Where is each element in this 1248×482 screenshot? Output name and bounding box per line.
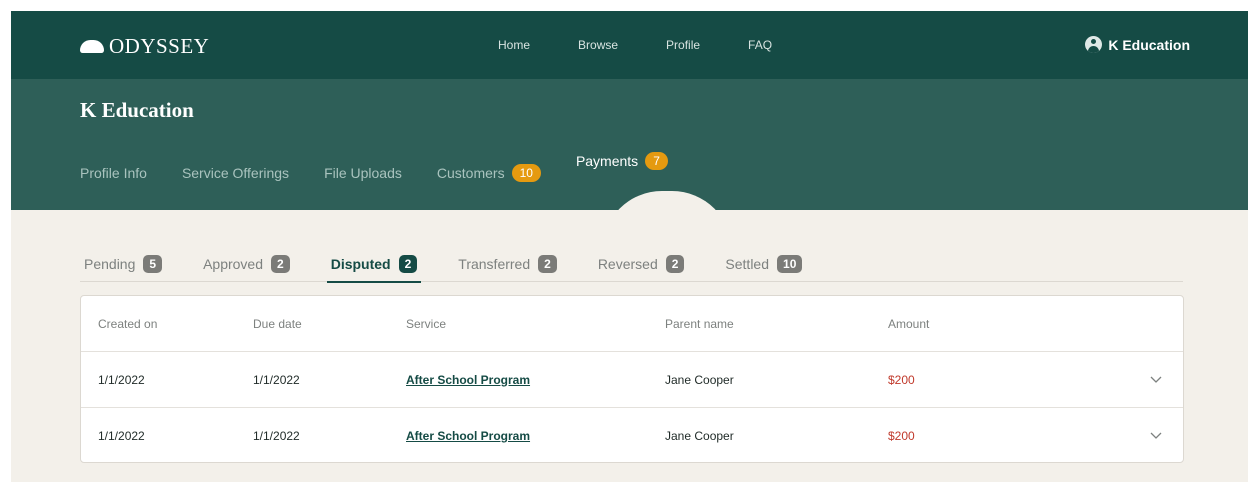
subtab-approved[interactable]: Approved 2 [199, 235, 294, 282]
tab-customers[interactable]: Customers 10 [437, 164, 541, 182]
chevron-down-icon[interactable] [1149, 372, 1163, 386]
count-badge: 2 [398, 254, 418, 273]
payments-table: Created on Due date Service Parent name … [80, 295, 1184, 463]
brand-logo[interactable]: ODYSSEY [80, 34, 209, 59]
subtab-label: Disputed [330, 255, 391, 272]
tab-label: Service Offerings [181, 165, 290, 181]
customers-count-badge: 10 [511, 164, 541, 182]
service-link[interactable]: After School Program [406, 429, 530, 443]
subtab-label: Reversed [597, 255, 658, 272]
page-title: K Education [80, 98, 194, 122]
subtab-reversed[interactable]: Reversed 2 [594, 235, 689, 282]
tab-label: File Uploads [324, 165, 402, 181]
tab-label: Payments [575, 153, 639, 169]
sun-dome-icon [80, 40, 104, 53]
count-badge: 5 [143, 254, 163, 273]
user-avatar-icon [1085, 36, 1103, 53]
profile-header: K Education Profile Info Service Offerin… [11, 79, 1248, 210]
created-cell: 1/1/2022 [98, 429, 145, 443]
table-header: Created on Due date Service Parent name … [81, 296, 1183, 352]
subtab-transferred[interactable]: Transferred 2 [454, 235, 561, 282]
parent-cell: Jane Cooper [665, 429, 734, 443]
subtab-label: Transferred [458, 255, 531, 272]
due-cell: 1/1/2022 [253, 429, 300, 443]
tab-file-uploads[interactable]: File Uploads [324, 165, 402, 181]
count-badge: 2 [271, 254, 290, 273]
subtab-label: Pending [84, 255, 136, 272]
tab-label: Profile Info [80, 165, 147, 181]
nav-link-faq[interactable]: FAQ [748, 38, 772, 52]
parent-cell: Jane Cooper [665, 372, 734, 387]
tab-payments[interactable]: Payments 7 [576, 152, 668, 170]
nav-link-profile[interactable]: Profile [666, 38, 700, 52]
nav-link-browse[interactable]: Browse [578, 38, 618, 52]
count-badge: 2 [538, 254, 557, 273]
subtab-label: Approved [203, 255, 264, 272]
tab-profile-info[interactable]: Profile Info [80, 165, 147, 181]
chevron-down-icon[interactable] [1149, 428, 1163, 442]
user-menu[interactable]: K Education [1085, 36, 1190, 53]
amount-cell: $200 [888, 429, 915, 443]
nav-link-home[interactable]: Home [498, 38, 530, 52]
main-tabs: Profile Info Service Offerings File Uplo… [80, 152, 703, 182]
subtab-settled[interactable]: Settled 10 [721, 235, 806, 282]
amount-cell: $200 [888, 372, 915, 387]
column-header-created: Created on [98, 316, 158, 331]
payment-status-tabs: Pending 5 Approved 2 Disputed 2 Transferred… [80, 235, 1183, 283]
column-header-due: Due date [253, 316, 302, 331]
brand-name: ODYSSEY [109, 34, 210, 58]
subtab-label: Settled [725, 255, 770, 272]
table-row[interactable]: 1/1/2022 1/1/2022 After School Program J… [81, 408, 1183, 464]
subtab-pending[interactable]: Pending 5 [80, 235, 166, 282]
payments-count-badge: 7 [645, 152, 668, 170]
count-badge: 2 [665, 254, 685, 273]
column-header-parent: Parent name [665, 316, 734, 331]
tab-label: Customers [436, 165, 505, 181]
count-badge: 10 [777, 254, 803, 273]
column-header-service: Service [406, 316, 447, 331]
subtab-disputed[interactable]: Disputed 2 [326, 235, 422, 283]
due-cell: 1/1/2022 [253, 372, 300, 387]
nav-links: Home Browse Profile FAQ [498, 38, 820, 52]
tab-service-offerings[interactable]: Service Offerings [182, 165, 289, 181]
app-frame: ODYSSEY Home Browse Profile FAQ K Educat… [11, 11, 1248, 482]
service-link[interactable]: After School Program [406, 373, 530, 387]
top-navbar: ODYSSEY Home Browse Profile FAQ K Educat… [11, 11, 1248, 79]
user-name: K Education [1108, 36, 1190, 53]
created-cell: 1/1/2022 [98, 372, 145, 387]
table-row[interactable]: 1/1/2022 1/1/2022 After School Program J… [81, 352, 1183, 408]
column-header-amount: Amount [888, 316, 930, 331]
